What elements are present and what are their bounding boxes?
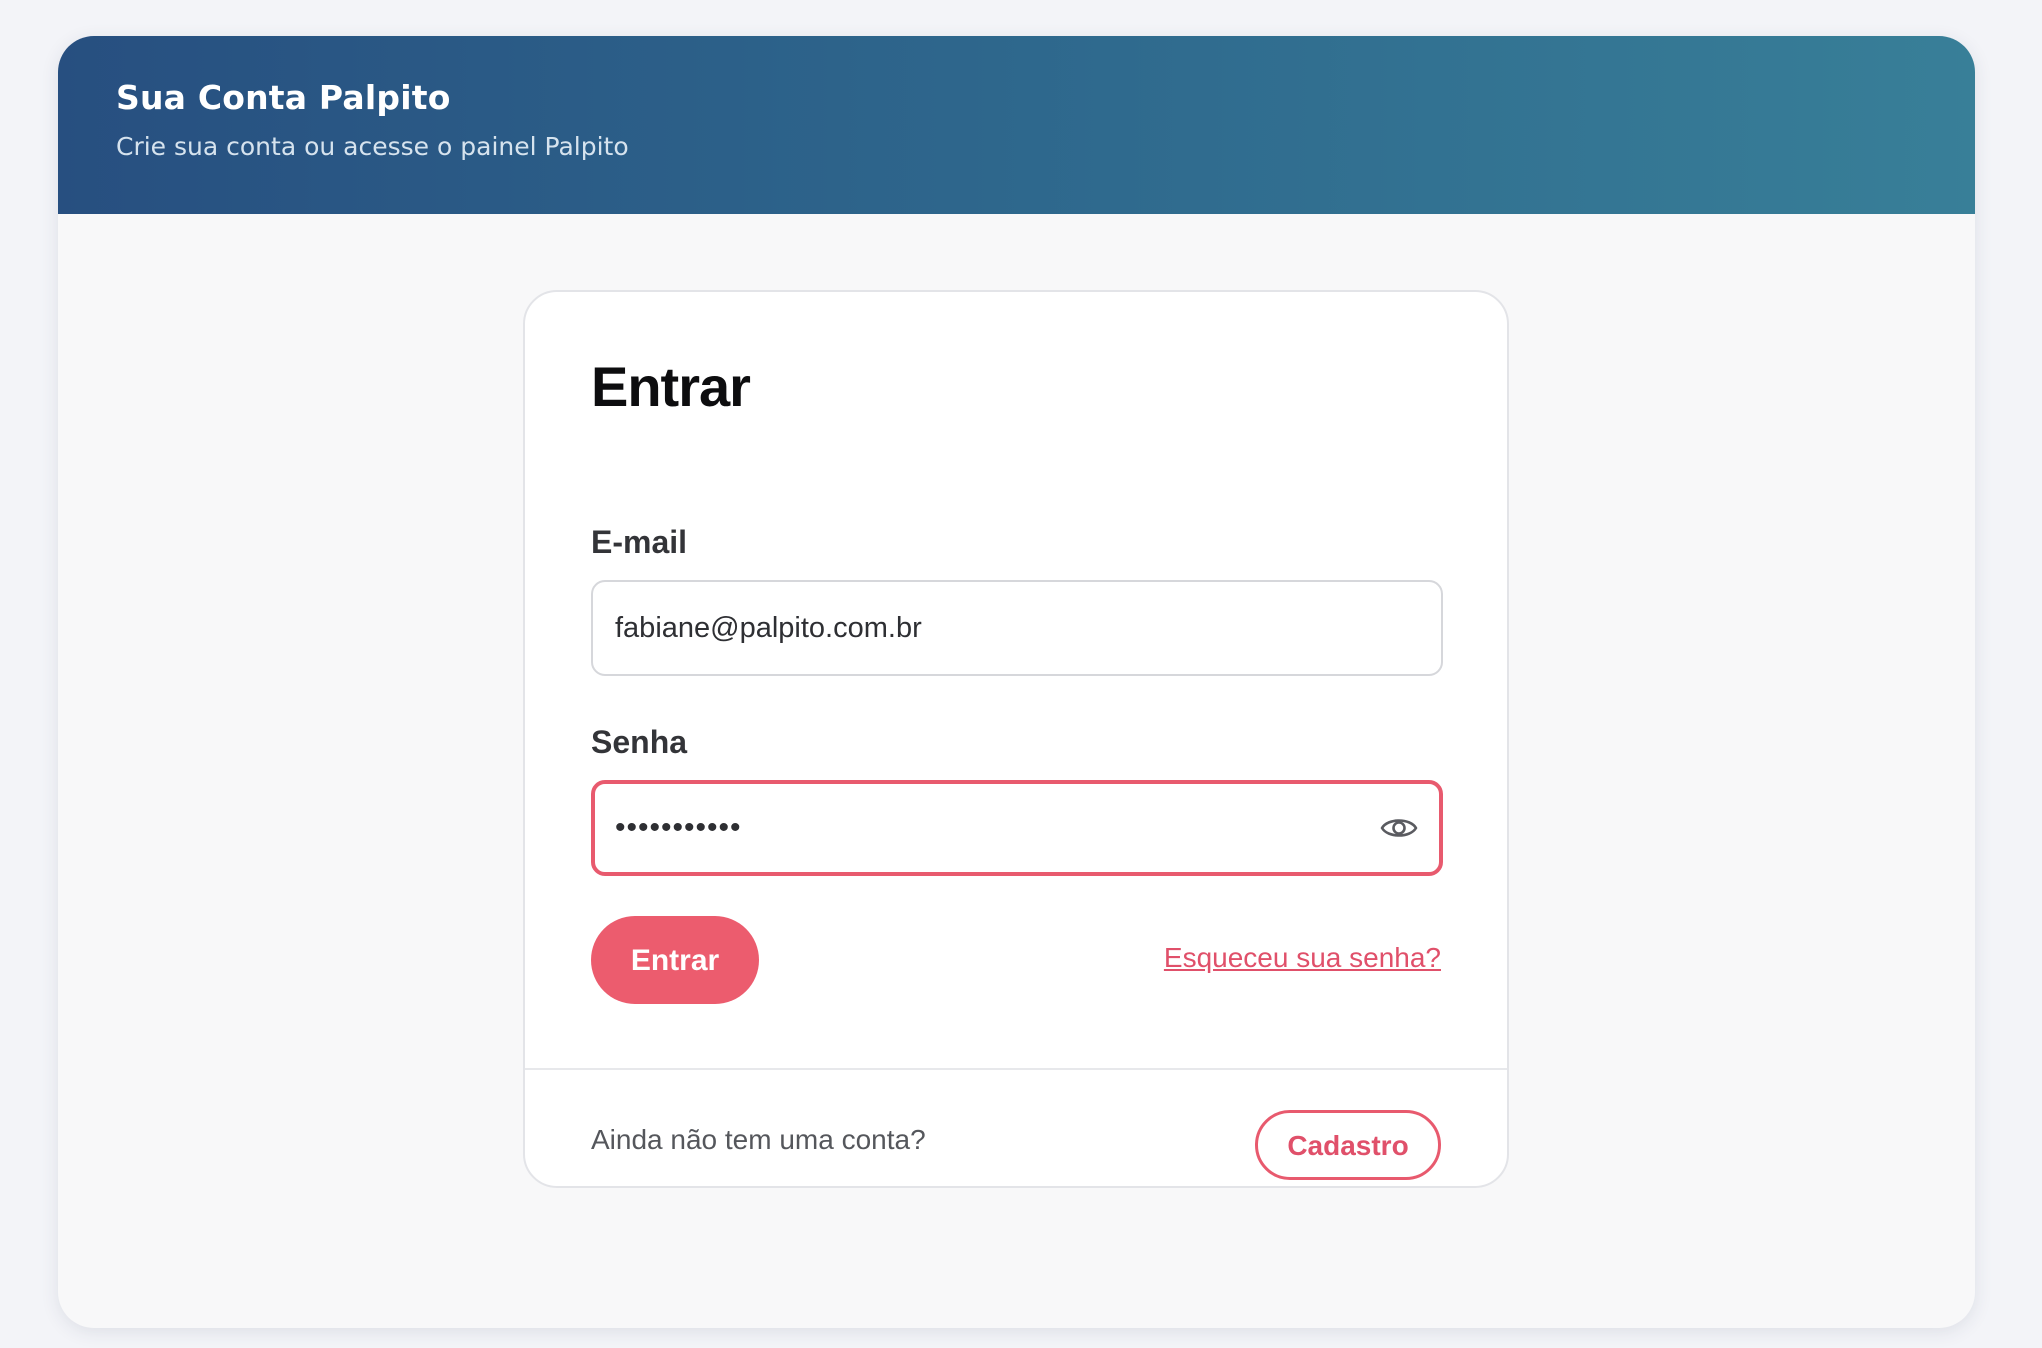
password-value: •••••••••••: [615, 811, 742, 844]
eye-icon[interactable]: [1379, 808, 1419, 848]
login-title: Entrar: [591, 355, 751, 418]
login-button[interactable]: Entrar: [591, 916, 759, 1004]
email-field[interactable]: fabiane@palpito.com.br: [591, 580, 1443, 676]
account-window: Sua Conta Palpito Crie sua conta ou aces…: [58, 36, 1975, 1328]
signup-button[interactable]: Cadastro: [1255, 1110, 1441, 1180]
email-value: fabiane@palpito.com.br: [615, 612, 922, 644]
card-divider: [525, 1068, 1507, 1070]
forgot-password-link[interactable]: Esqueceu sua senha?: [1164, 942, 1441, 974]
page-header: Sua Conta Palpito Crie sua conta ou aces…: [58, 36, 1975, 214]
signup-prompt: Ainda não tem uma conta?: [591, 1124, 926, 1155]
password-label: Senha: [591, 724, 688, 760]
email-label: E-mail: [591, 524, 688, 560]
header-title: Sua Conta Palpito: [116, 78, 451, 117]
login-card: Entrar E-mail fabiane@palpito.com.br Sen…: [523, 290, 1509, 1188]
header-subtitle: Crie sua conta ou acesse o painel Palpit…: [116, 132, 629, 161]
password-field[interactable]: •••••••••••: [591, 780, 1443, 876]
